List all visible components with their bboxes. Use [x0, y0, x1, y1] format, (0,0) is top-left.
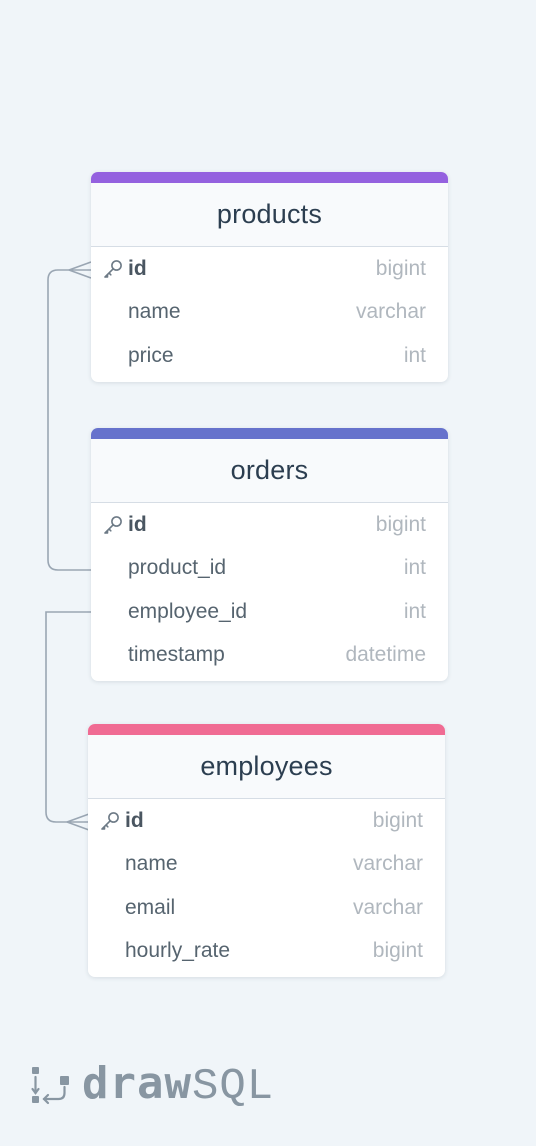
- column-row[interactable]: name varchar: [88, 843, 445, 887]
- column-name: employee_id: [128, 599, 248, 623]
- column-type: varchar: [355, 300, 426, 324]
- column-name: id: [128, 512, 147, 536]
- crowfoot-products-id: [68, 261, 92, 279]
- column-list: id bigint name varchar email varchar hou…: [88, 799, 445, 977]
- column-type: int: [403, 556, 426, 580]
- column-name: id: [128, 256, 147, 280]
- relationship-line-product: [47, 269, 91, 571]
- table-orders[interactable]: orders id bigint product_id int employee…: [91, 428, 448, 681]
- column-row[interactable]: email varchar: [88, 886, 445, 930]
- column-row[interactable]: product_id int: [91, 547, 448, 591]
- column-type: datetime: [345, 643, 426, 667]
- key-icon: [102, 259, 124, 279]
- column-name: product_id: [128, 556, 227, 580]
- column-name: timestamp: [128, 643, 225, 667]
- column-row[interactable]: id bigint: [91, 503, 448, 547]
- key-icon: [99, 811, 121, 831]
- column-type: bigint: [372, 808, 423, 832]
- drawsql-logo-icon: [31, 1067, 69, 1105]
- table-accent-bar: [91, 172, 448, 183]
- column-type: int: [403, 599, 426, 623]
- table-title[interactable]: products: [91, 183, 448, 247]
- crowfoot-employees-id: [66, 813, 90, 831]
- column-name: id: [125, 808, 144, 832]
- column-list: id bigint name varchar price int: [91, 247, 448, 382]
- drawsql-logo[interactable]: drawSQL: [30, 1060, 274, 1110]
- table-title[interactable]: employees: [88, 735, 445, 799]
- column-type: bigint: [375, 512, 426, 536]
- logo-text-bold: draw: [82, 1057, 192, 1109]
- column-type: bigint: [375, 256, 426, 280]
- table-employees[interactable]: employees id bigint name varchar email v…: [88, 724, 445, 977]
- column-name: name: [125, 852, 178, 876]
- column-row[interactable]: timestamp datetime: [91, 634, 448, 678]
- table-title[interactable]: orders: [91, 439, 448, 503]
- relationship-line-employee: [45, 611, 91, 823]
- column-row[interactable]: hourly_rate bigint: [88, 930, 445, 974]
- column-type: int: [403, 343, 426, 367]
- column-row[interactable]: price int: [91, 334, 448, 378]
- key-icon: [102, 515, 124, 535]
- column-name: email: [125, 895, 176, 919]
- column-type: varchar: [352, 895, 423, 919]
- column-name: name: [128, 300, 181, 324]
- table-products[interactable]: products id bigint name varchar price in…: [91, 172, 448, 382]
- column-type: varchar: [352, 852, 423, 876]
- table-accent-bar: [91, 428, 448, 439]
- column-row[interactable]: id bigint: [91, 247, 448, 291]
- logo-text-light: SQL: [191, 1061, 275, 1112]
- column-row[interactable]: name varchar: [91, 291, 448, 335]
- logo-wordmark: drawSQL: [82, 1061, 275, 1112]
- column-row[interactable]: id bigint: [88, 799, 445, 843]
- column-list: id bigint product_id int employee_id int…: [91, 503, 448, 681]
- column-type: bigint: [372, 939, 423, 963]
- column-name: hourly_rate: [125, 939, 231, 963]
- column-name: price: [128, 343, 174, 367]
- column-row[interactable]: employee_id int: [91, 590, 448, 634]
- table-accent-bar: [88, 724, 445, 735]
